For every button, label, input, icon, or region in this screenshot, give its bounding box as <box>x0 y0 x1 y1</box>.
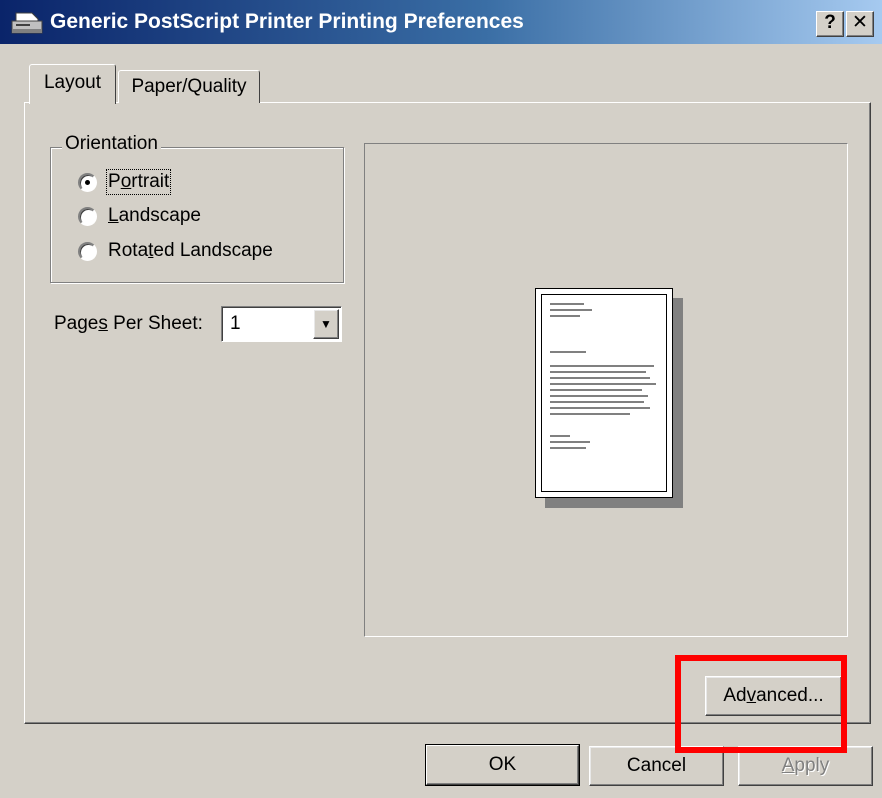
cancel-button[interactable]: Cancel <box>589 746 724 786</box>
ok-button[interactable]: OK <box>425 744 580 786</box>
orientation-group-label: Orientation <box>62 133 161 155</box>
window-title: Generic PostScript Printer Printing Pref… <box>50 10 524 33</box>
tab-paper-quality[interactable]: Paper/Quality <box>118 70 260 103</box>
pages-per-sheet-select[interactable]: 1 ▼ <box>221 306 342 342</box>
title-bar[interactable]: Generic PostScript Printer Printing Pref… <box>0 0 882 44</box>
radio-rotated-landscape[interactable]: Rotated Landscape <box>78 236 273 266</box>
radio-portrait-control[interactable] <box>78 172 97 192</box>
radio-landscape-control[interactable] <box>78 206 97 226</box>
radio-landscape[interactable]: Landscape <box>78 201 201 231</box>
radio-rotated-landscape-label: Rotated Landscape <box>108 240 273 261</box>
pages-per-sheet-label: Pages Per Sheet: <box>54 313 203 334</box>
radio-portrait-label: Portrait <box>105 169 172 195</box>
chevron-down-icon[interactable]: ▼ <box>313 309 339 339</box>
advanced-button-label: Advanced... <box>723 685 824 706</box>
printer-icon <box>11 12 43 34</box>
advanced-button[interactable]: Advanced... <box>705 676 842 716</box>
pages-per-sheet-value: 1 <box>230 313 241 334</box>
page-preview-icon <box>535 288 673 498</box>
tab-layout-label: Layout <box>43 72 102 93</box>
tab-layout[interactable]: Layout <box>29 64 116 104</box>
cancel-button-label: Cancel <box>626 755 687 776</box>
radio-portrait[interactable]: Portrait <box>78 167 172 197</box>
ok-button-label: OK <box>488 754 517 775</box>
apply-button-label: Apply <box>781 755 830 776</box>
tab-paper-quality-label: Paper/Quality <box>131 76 247 97</box>
radio-rotated-landscape-control[interactable] <box>78 241 97 261</box>
apply-button[interactable]: Apply <box>738 746 873 786</box>
help-button[interactable]: ? <box>816 11 844 37</box>
close-button[interactable]: ✕ <box>846 11 874 37</box>
radio-landscape-label: Landscape <box>108 205 201 226</box>
